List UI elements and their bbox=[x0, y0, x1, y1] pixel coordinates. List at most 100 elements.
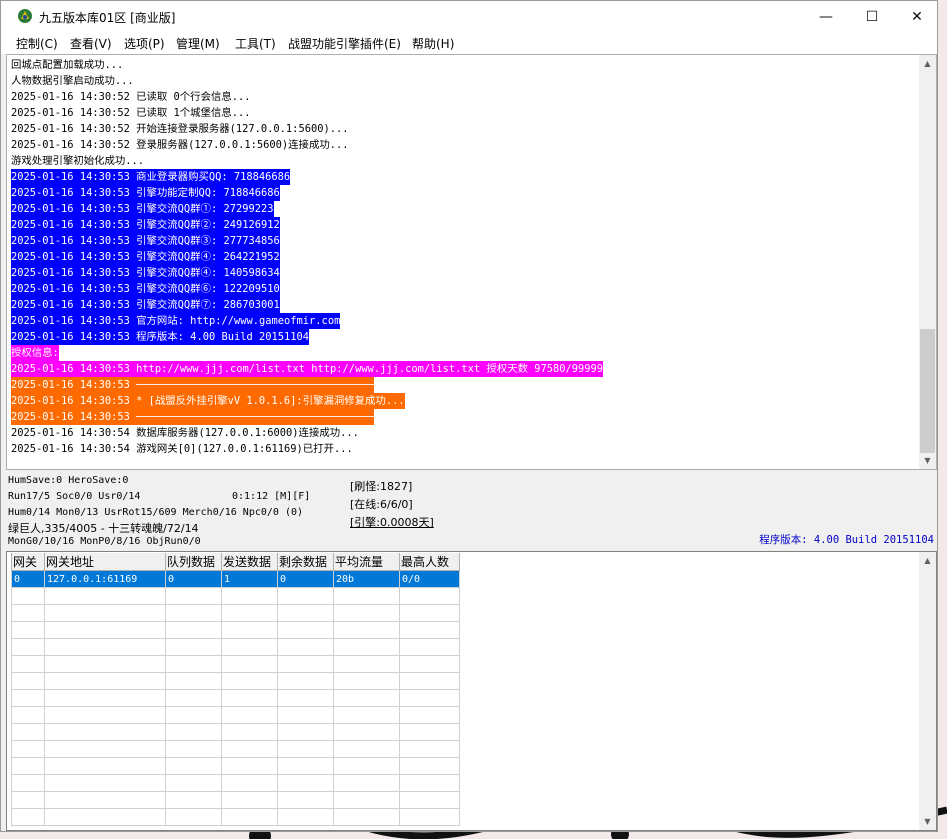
log-line: 2025-01-16 14:30:53 程序版本: 4.00 Build 201… bbox=[11, 329, 310, 345]
title-bar[interactable]: 九五版本库01区 [商业版] — ☐ ✕ bbox=[1, 1, 937, 32]
empty-cell bbox=[333, 655, 400, 673]
empty-row bbox=[11, 774, 460, 792]
empty-cell bbox=[221, 621, 278, 639]
empty-cell bbox=[11, 621, 45, 639]
menu-engine-plugin[interactable]: 战盟功能引擎插件(E) bbox=[288, 35, 401, 52]
table-scroll-up-icon[interactable]: ▲ bbox=[919, 552, 936, 569]
minimize-icon: — bbox=[819, 8, 833, 25]
empty-cell bbox=[277, 621, 334, 639]
menu-manage[interactable]: 管理(M) bbox=[176, 35, 220, 52]
log-scrollbar-thumb[interactable] bbox=[920, 329, 935, 453]
minimize-button[interactable]: — bbox=[803, 1, 849, 32]
table-cell: 0 bbox=[165, 570, 222, 588]
empty-row bbox=[11, 808, 460, 826]
empty-cell bbox=[333, 672, 400, 690]
empty-cell bbox=[277, 604, 334, 622]
log-scrollbar[interactable]: ▲ ▼ bbox=[919, 55, 936, 469]
gateway-table: 网关 网关地址 队列数据 发送数据 剩余数据 平均流量 最高人数 0 127.0.0.1:61… bbox=[11, 553, 460, 826]
empty-cell bbox=[333, 621, 400, 639]
column-header[interactable]: 最高人数 bbox=[399, 553, 460, 571]
status-run: Run17/5 Soc0/0 Usr0/14 bbox=[8, 491, 141, 502]
empty-cell bbox=[333, 604, 400, 622]
log-line: 2025-01-16 14:30:53 引擎交流QQ群⑥: 122209510 bbox=[11, 281, 280, 297]
table-row[interactable]: 0 127.0.0.1:61169 0 1 0 20b 0/0 bbox=[11, 570, 460, 588]
log-line: 2025-01-16 14:30:53 ────────────────────… bbox=[11, 377, 374, 393]
empty-cell bbox=[399, 638, 460, 656]
menu-tools[interactable]: 工具(T) bbox=[235, 35, 276, 52]
table-scroll-down-icon[interactable]: ▼ bbox=[919, 813, 936, 830]
empty-cell bbox=[165, 655, 222, 673]
empty-cell bbox=[44, 621, 166, 639]
table-scrollbar[interactable]: ▲ ▼ bbox=[919, 552, 936, 830]
empty-cell bbox=[11, 587, 45, 605]
engine-days: [引擎:0.0008天] bbox=[350, 516, 434, 529]
empty-cell bbox=[221, 638, 278, 656]
empty-cell bbox=[165, 672, 222, 690]
empty-cell bbox=[44, 774, 166, 792]
log-line: 游戏处理引擎初始化成功... bbox=[11, 155, 145, 167]
log-line: 2025-01-16 14:30:54 数据库服务器(127.0.0.1:600… bbox=[11, 427, 359, 439]
empty-cell bbox=[277, 774, 334, 792]
column-header[interactable]: 队列数据 bbox=[165, 553, 222, 571]
empty-cell bbox=[44, 706, 166, 724]
empty-cell bbox=[277, 706, 334, 724]
column-header[interactable]: 网关 bbox=[11, 553, 45, 571]
empty-cell bbox=[333, 791, 400, 809]
empty-cell bbox=[399, 723, 460, 741]
table-cell: 20b bbox=[333, 570, 400, 588]
menu-control[interactable]: 控制(C) bbox=[16, 35, 58, 52]
table-cell: 1 bbox=[221, 570, 278, 588]
empty-row bbox=[11, 587, 460, 605]
empty-cell bbox=[44, 638, 166, 656]
scroll-down-icon[interactable]: ▼ bbox=[919, 452, 936, 469]
empty-cell bbox=[221, 689, 278, 707]
app-icon bbox=[18, 9, 32, 23]
column-header[interactable]: 发送数据 bbox=[221, 553, 278, 571]
maximize-button[interactable]: ☐ bbox=[849, 1, 895, 32]
empty-cell bbox=[165, 689, 222, 707]
empty-cell bbox=[277, 808, 334, 826]
empty-row bbox=[11, 689, 460, 707]
gateway-table-panel: 网关 网关地址 队列数据 发送数据 剩余数据 平均流量 最高人数 0 127.0.0.1:61… bbox=[6, 551, 937, 831]
log-line: 2025-01-16 14:30:53 * [战盟反外挂引擎vV 1.0.1.6… bbox=[11, 393, 405, 409]
empty-cell bbox=[44, 723, 166, 741]
empty-cell bbox=[165, 604, 222, 622]
empty-cell bbox=[221, 723, 278, 741]
empty-cell bbox=[11, 757, 45, 775]
empty-cell bbox=[221, 672, 278, 690]
empty-cell bbox=[11, 689, 45, 707]
empty-cell bbox=[277, 587, 334, 605]
menu-help[interactable]: 帮助(H) bbox=[412, 35, 454, 52]
empty-cell bbox=[277, 638, 334, 656]
menu-options[interactable]: 选项(P) bbox=[124, 35, 165, 52]
menu-view[interactable]: 查看(V) bbox=[70, 35, 112, 52]
empty-cell bbox=[44, 672, 166, 690]
empty-cell bbox=[221, 655, 278, 673]
empty-cell bbox=[399, 740, 460, 758]
empty-row bbox=[11, 740, 460, 758]
scroll-up-icon[interactable]: ▲ bbox=[919, 55, 936, 72]
close-button[interactable]: ✕ bbox=[894, 1, 940, 32]
empty-cell bbox=[11, 638, 45, 656]
empty-cell bbox=[44, 791, 166, 809]
app-window: 九五版本库01区 [商业版] — ☐ ✕ 控制(C) 查看(V) 选项(P) 管… bbox=[0, 0, 938, 832]
empty-cell bbox=[44, 740, 166, 758]
status-save: HumSave:0 HeroSave:0 bbox=[8, 475, 129, 486]
empty-cell bbox=[399, 791, 460, 809]
empty-row bbox=[11, 757, 460, 775]
log-line: 人物数据引擎启动成功... bbox=[11, 75, 134, 87]
empty-cell bbox=[277, 672, 334, 690]
empty-cell bbox=[11, 791, 45, 809]
column-header[interactable]: 网关地址 bbox=[44, 553, 166, 571]
empty-cell bbox=[44, 689, 166, 707]
empty-cell bbox=[333, 774, 400, 792]
empty-cell bbox=[333, 740, 400, 758]
refresh-count: [刷怪:1827] bbox=[350, 480, 413, 493]
status-time: 0:1:12 [M][F] bbox=[232, 491, 311, 502]
log-output[interactable]: 回城点配置加载成功... 人物数据引擎启动成功... 2025-01-16 14:3… bbox=[6, 54, 937, 470]
empty-cell bbox=[165, 587, 222, 605]
empty-row bbox=[11, 706, 460, 724]
window-title: 九五版本库01区 [商业版] bbox=[39, 11, 176, 25]
column-header[interactable]: 剩余数据 bbox=[277, 553, 334, 571]
column-header[interactable]: 平均流量 bbox=[333, 553, 400, 571]
